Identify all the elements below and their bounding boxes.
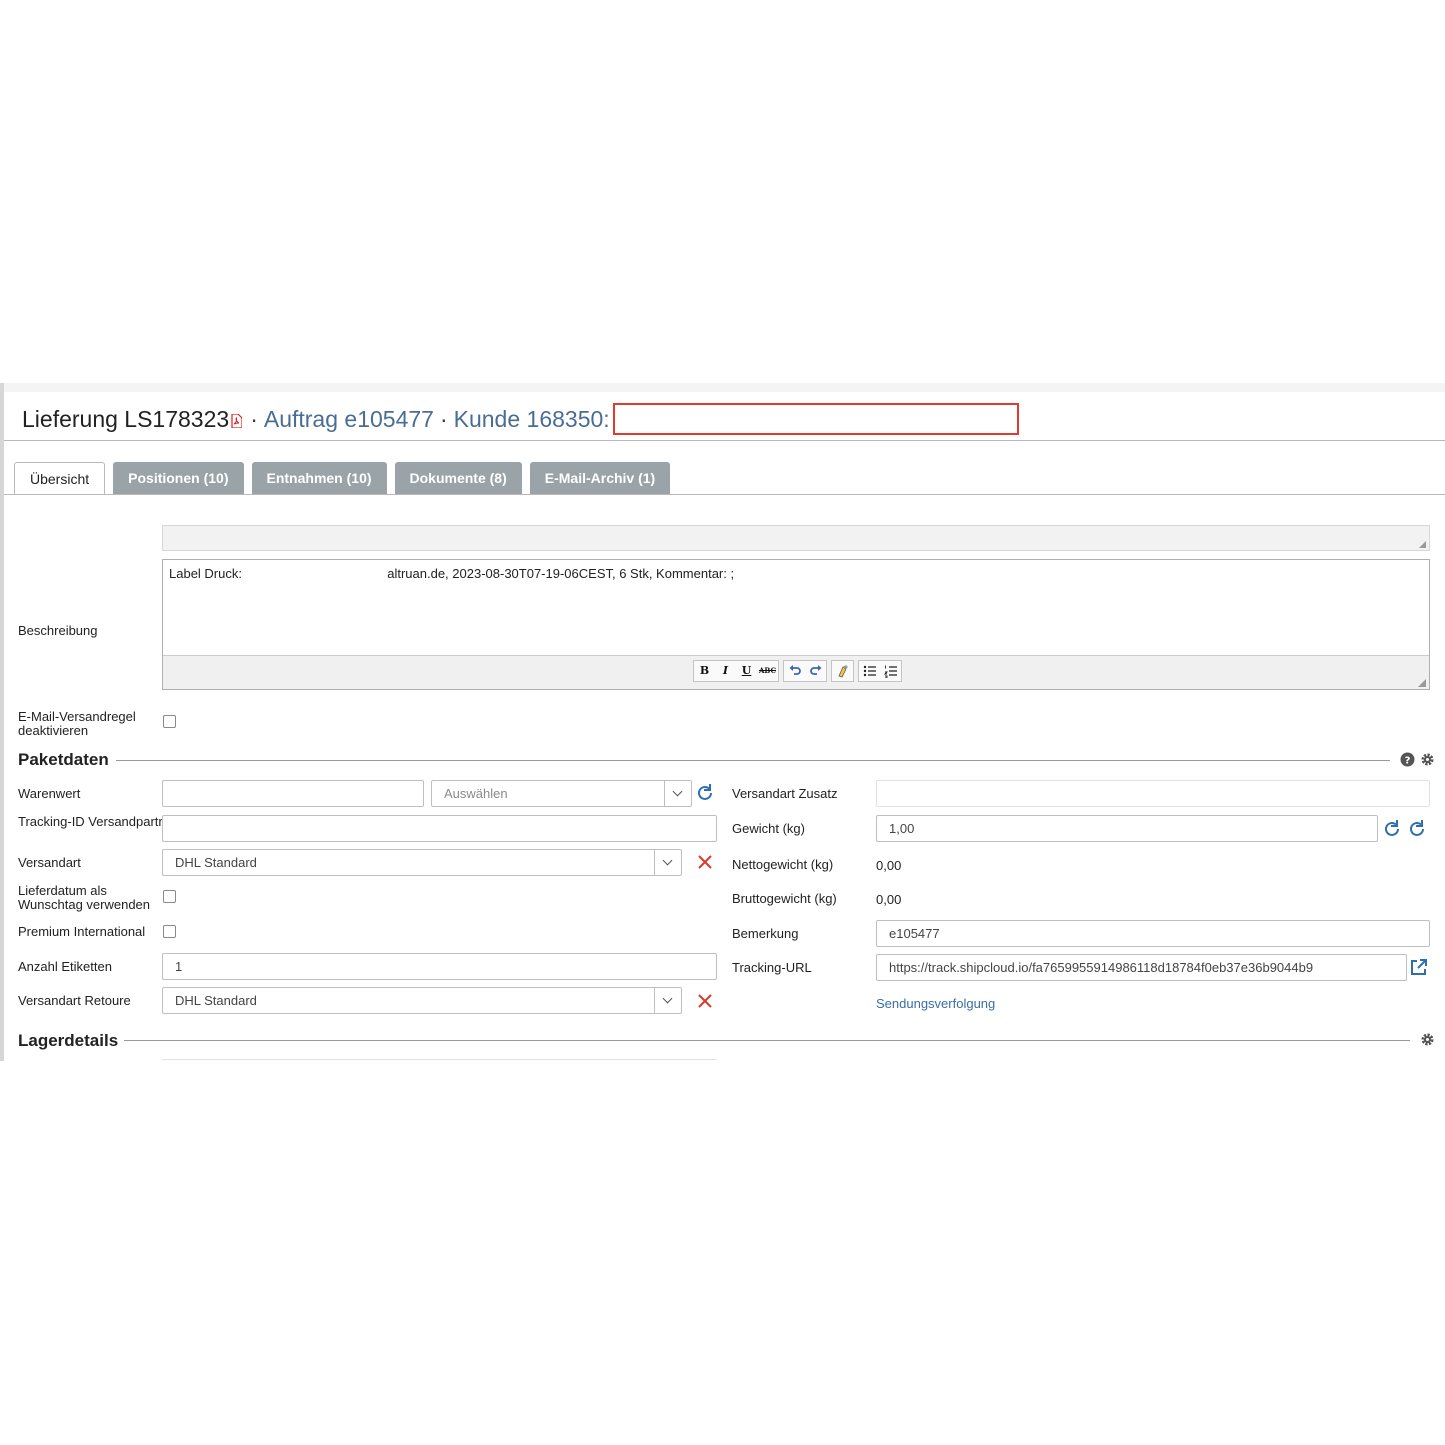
order-link[interactable]: Auftrag e105477 [264,406,434,433]
tab-uebersicht[interactable]: Übersicht [14,462,106,495]
tab-bar: Übersicht Positionen (10) Entnahmen (10)… [14,462,678,495]
nettogewicht-label: Nettogewicht (kg) [732,857,834,872]
paketdaten-heading: Paketdaten [18,750,109,769]
paketdaten-divider [116,760,1390,761]
page-title: Lieferung LS178323 · Auftrag e105477 · K… [22,403,1019,435]
bullet-list-button[interactable] [859,661,880,681]
tab-entnahmen[interactable]: Entnahmen (10) [251,462,387,494]
tab-email-archiv[interactable]: E-Mail-Archiv (1) [529,462,671,494]
clear-group [831,660,854,682]
delivery-title: Lieferung LS178323 [22,405,230,432]
close-icon[interactable] [697,993,713,1014]
tab-divider [4,494,1445,495]
header-separator: · [439,405,448,432]
format-group: B I U ABC [693,660,779,682]
refresh-icon[interactable] [1382,819,1402,844]
versandart-retoure-select[interactable]: DHL Standard [162,987,682,1014]
nettogewicht-value: 0,00 [876,858,902,873]
svg-text:?: ? [1405,756,1411,767]
pdf-icon[interactable] [231,407,243,429]
versandart-label: Versandart [18,855,81,870]
chevron-down-icon [654,988,681,1013]
lagerdetails-divider [124,1040,1410,1041]
redacted-customer-name [612,403,1019,435]
gear-icon[interactable] [1420,752,1435,772]
close-icon[interactable] [697,854,713,875]
refresh-icon[interactable] [695,783,715,808]
list-group [858,660,902,682]
description-editor[interactable]: Label Druck: altruan.de, 2023-08-30T07-1… [162,559,1430,690]
refresh-icon[interactable] [1407,819,1427,844]
lagerdetails-heading: Lagerdetails [18,1031,119,1050]
chevron-down-icon [664,781,691,806]
header-divider [4,440,1445,441]
premium-checkbox[interactable] [163,925,176,938]
versandart-value: DHL Standard [175,855,257,870]
header-separator: · [250,405,258,432]
tracking-id-label: Tracking-ID Versandpartner [18,814,178,829]
bemerkung-input[interactable]: e105477 [876,920,1430,947]
undo-button[interactable] [784,661,805,681]
bruttogewicht-value: 0,00 [876,892,902,907]
warenwert-label: Warenwert [18,786,81,801]
left-border [0,383,4,1061]
anzahl-etiketten-label: Anzahl Etiketten [18,959,112,974]
resize-handle-icon[interactable] [1419,541,1426,548]
gewicht-label: Gewicht (kg) [732,821,805,836]
underline-button[interactable]: U [736,661,757,681]
customer-link[interactable]: Kunde 168350: [454,406,610,433]
bemerkung-label: Bemerkung [732,926,799,941]
premium-label: Premium International [18,924,146,939]
versandart-select[interactable]: DHL Standard [162,849,682,876]
email-rule-checkbox[interactable] [163,715,176,728]
versandart-retoure-label: Versandart Retoure [18,993,131,1008]
editor-placeholder-bar [162,525,1430,551]
bruttogewicht-label: Bruttogewicht (kg) [732,891,837,906]
currency-select-placeholder: Auswählen [444,786,508,801]
gewicht-input[interactable]: 1,00 [876,815,1378,842]
tracking-url-label: Tracking-URL [732,960,812,975]
history-group [783,660,827,682]
sendungsverfolgung-link[interactable]: Sendungsverfolgung [876,996,995,1011]
tab-positionen[interactable]: Positionen (10) [113,462,244,494]
editor-toolbar: B I U ABC [163,655,1429,689]
tracking-url-input[interactable]: https://track.shipcloud.io/fa76599559149… [876,954,1407,981]
editor-toolbar-buttons: B I U ABC [693,660,902,682]
currency-select[interactable]: Auswählen [431,780,692,807]
description-rest: altruan.de, 2023-08-30T07-19-06CEST, 6 S… [387,566,735,581]
strikethrough-button[interactable]: ABC [757,661,778,681]
lieferdatum-label: Lieferdatum als Wunschtag verwenden [18,883,151,912]
tracking-id-input[interactable] [162,815,717,842]
chevron-down-icon [654,850,681,875]
versandart-zusatz-input[interactable] [876,780,1430,807]
external-link-icon[interactable] [1409,958,1428,982]
versandart-zusatz-label: Versandart Zusatz [732,786,838,801]
warenwert-input[interactable] [162,780,424,807]
description-label: Beschreibung [18,623,98,638]
email-rule-label: E-Mail-Versandregel deaktivieren [18,709,136,738]
versandart-retoure-value: DHL Standard [175,993,257,1008]
bold-button[interactable]: B [694,661,715,681]
resize-handle-icon[interactable] [1418,679,1426,687]
tab-dokumente[interactable]: Dokumente (8) [394,462,522,494]
redo-button[interactable] [805,661,826,681]
italic-button[interactable]: I [715,661,736,681]
lieferdatum-checkbox[interactable] [163,890,176,903]
clear-format-button[interactable] [832,661,853,681]
description-prefix: Label Druck: [169,566,242,581]
cut-off-field [162,1059,717,1061]
delivery-detail-panel: Lieferung LS178323 · Auftrag e105477 · K… [0,383,1445,1061]
gear-icon[interactable] [1420,1032,1435,1052]
anzahl-etiketten-input[interactable]: 1 [162,953,717,980]
description-text: Label Druck: altruan.de, 2023-08-30T07-1… [169,566,734,581]
help-icon[interactable]: ? [1400,752,1415,772]
top-strip [0,383,1445,392]
numbered-list-button[interactable] [880,661,901,681]
